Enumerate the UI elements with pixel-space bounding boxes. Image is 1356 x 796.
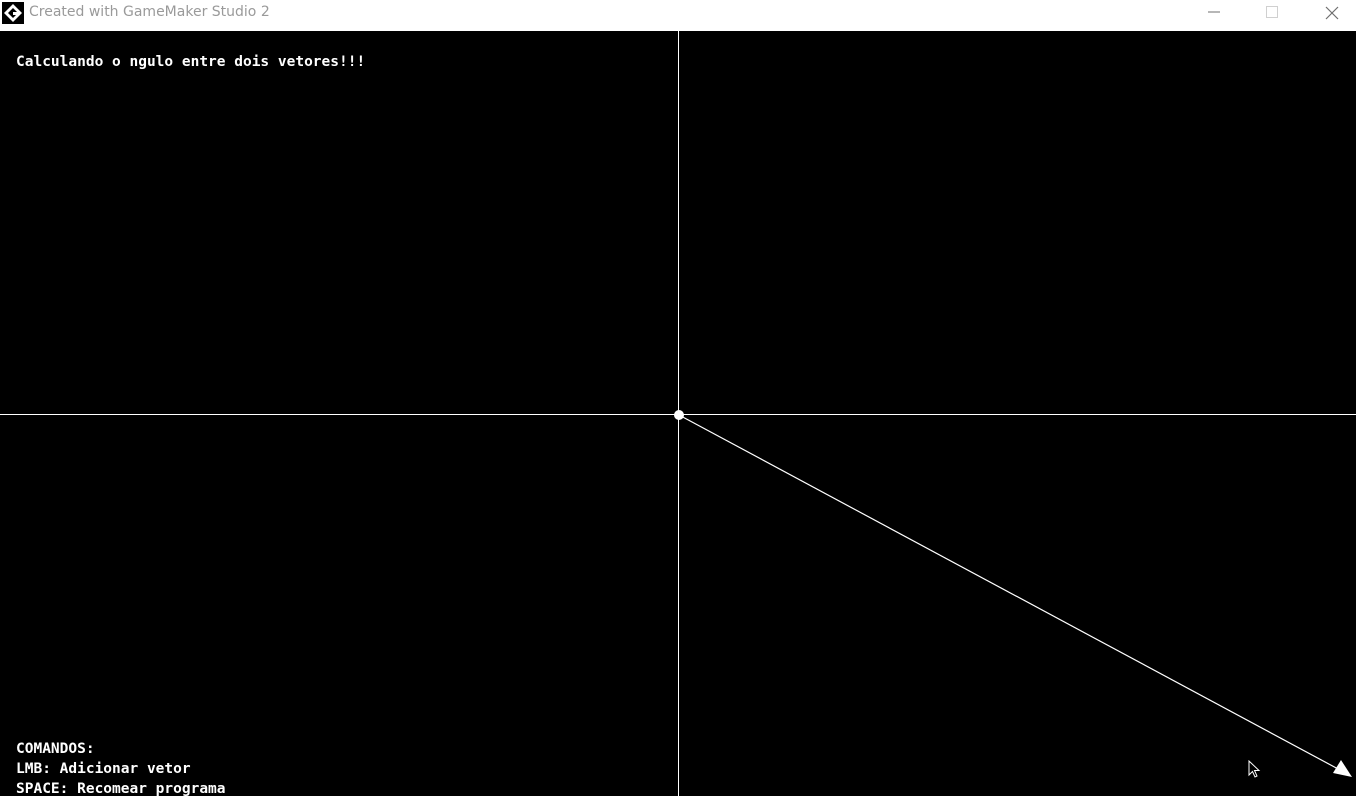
close-icon [1325, 6, 1339, 20]
command-space: SPACE: Recomear programa [16, 781, 226, 796]
command-lmb: LMB: Adicionar vetor [16, 761, 191, 777]
window-title: Created with GameMaker Studio 2 [29, 4, 270, 20]
minimize-button[interactable] [1185, 0, 1243, 25]
title-bar[interactable]: Created with GameMaker Studio 2 [0, 0, 1356, 31]
game-window: Created with GameMaker Studio 2 Calculan… [0, 0, 1356, 796]
vector-plane [0, 31, 1356, 796]
commands-title: COMANDOS: [16, 741, 95, 757]
close-button[interactable] [1302, 0, 1356, 25]
game-canvas[interactable]: Calculando o ngulo entre dois vetores!!!… [0, 31, 1356, 796]
heading-text: Calculando o ngulo entre dois vetores!!! [16, 54, 366, 70]
maximize-button[interactable] [1243, 0, 1301, 25]
arrowhead-icon [1333, 760, 1352, 777]
mouse-cursor-icon [1248, 759, 1262, 785]
minimize-icon [1208, 11, 1220, 13]
maximize-icon [1266, 6, 1278, 18]
gamemaker-logo-icon [2, 2, 24, 24]
origin-dot-icon [674, 410, 684, 420]
vector-line [678, 414, 1341, 771]
